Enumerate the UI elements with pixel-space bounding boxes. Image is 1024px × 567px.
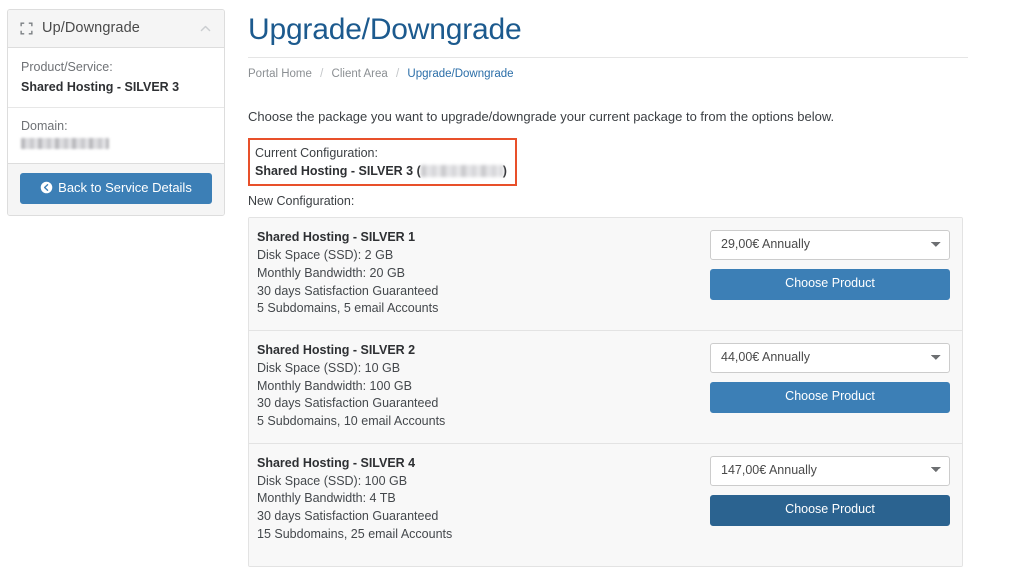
current-configuration-domain-redacted	[420, 165, 503, 178]
current-configuration-value: Shared Hosting - SILVER 3 ()	[255, 162, 507, 180]
product-name: Shared Hosting - SILVER 2	[257, 343, 416, 358]
product-name: Shared Hosting - SILVER 1	[257, 230, 416, 245]
product-info: Shared Hosting - SILVER 4 Disk Space (SS…	[257, 454, 710, 544]
panel-header[interactable]: Up/Downgrade	[8, 10, 224, 48]
title-divider	[248, 57, 968, 58]
billing-cycle-select[interactable]: 147,00€ Annually	[710, 455, 950, 486]
product-feature: 5 Subdomains, 10 email Accounts	[257, 414, 446, 429]
panel-body: Product/Service: Shared Hosting - SILVER…	[8, 48, 224, 163]
current-configuration-product: Shared Hosting - SILVER 3	[255, 164, 414, 179]
panel-title: Up/Downgrade	[42, 20, 140, 36]
product-row: Shared Hosting - SILVER 2 Disk Space (SS…	[249, 331, 962, 444]
product-feature: Monthly Bandwidth: 4 TB	[257, 491, 396, 506]
product-feature: 15 Subdomains, 25 email Accounts	[257, 526, 453, 541]
panel-footer: Back to Service Details	[8, 162, 224, 215]
page-title: Upgrade/Downgrade	[248, 13, 522, 46]
sidebar: Up/Downgrade Product/Service: Shared Hos…	[7, 9, 225, 216]
chevron-up-icon[interactable]	[199, 22, 212, 35]
product-feature: Monthly Bandwidth: 20 GB	[257, 265, 405, 280]
paren-close: )	[502, 164, 507, 179]
domain-label: Domain:	[21, 118, 68, 133]
up-downgrade-panel: Up/Downgrade Product/Service: Shared Hos…	[7, 9, 225, 216]
current-configuration-label: Current Configuration:	[255, 146, 378, 161]
back-button-label: Back to Service Details	[58, 179, 192, 195]
intro-text: Choose the package you want to upgrade/d…	[248, 108, 835, 124]
breadcrumb-separator: /	[396, 68, 400, 80]
product-list: Shared Hosting - SILVER 1 Disk Space (SS…	[248, 217, 963, 567]
product-row: Shared Hosting - SILVER 1 Disk Space (SS…	[249, 218, 962, 332]
product-service-label: Product/Service:	[21, 60, 113, 74]
billing-cycle-select[interactable]: 44,00€ Annually	[710, 343, 950, 374]
main-content: Upgrade/Downgrade Portal Home / Client A…	[248, 0, 988, 567]
breadcrumb-item-portal-home[interactable]: Portal Home	[248, 68, 312, 80]
divider	[8, 106, 224, 108]
product-feature: 30 days Satisfaction Guaranteed	[257, 283, 439, 298]
choose-product-button[interactable]: Choose Product	[710, 269, 950, 301]
arrow-circle-left-icon	[40, 181, 53, 193]
product-feature: Disk Space (SSD): 10 GB	[257, 360, 401, 375]
product-feature: 5 Subdomains, 5 email Accounts	[257, 301, 439, 316]
product-info: Shared Hosting - SILVER 2 Disk Space (SS…	[257, 341, 710, 431]
domain-value-redacted	[21, 137, 109, 149]
product-feature: Disk Space (SSD): 100 GB	[257, 473, 408, 488]
breadcrumb: Portal Home / Client Area / Upgrade/Down…	[248, 67, 988, 82]
upgrade-downgrade-page: Up/Downgrade Product/Service: Shared Hos…	[0, 0, 1024, 567]
breadcrumb-item-upgrade-downgrade[interactable]: Upgrade/Downgrade	[407, 68, 513, 80]
current-configuration-highlight: Current Configuration: Shared Hosting - …	[248, 138, 517, 187]
product-actions: 44,00€ Annually Choose Product	[710, 341, 950, 413]
product-row: Shared Hosting - SILVER 4 Disk Space (SS…	[249, 443, 962, 566]
product-info: Shared Hosting - SILVER 1 Disk Space (SS…	[257, 228, 710, 318]
product-name: Shared Hosting - SILVER 4	[257, 455, 416, 470]
product-actions: 147,00€ Annually Choose Product	[710, 454, 950, 526]
expand-arrows-icon	[20, 21, 33, 35]
product-actions: 29,00€ Annually Choose Product	[710, 228, 950, 301]
back-to-service-details-button[interactable]: Back to Service Details	[20, 172, 212, 204]
product-feature: Disk Space (SSD): 2 GB	[257, 248, 394, 263]
product-feature: 30 days Satisfaction Guaranteed	[257, 396, 439, 411]
product-feature: 30 days Satisfaction Guaranteed	[257, 509, 439, 524]
billing-cycle-select[interactable]: 29,00€ Annually	[710, 230, 950, 261]
product-feature: Monthly Bandwidth: 100 GB	[257, 378, 412, 393]
breadcrumb-item-client-area[interactable]: Client Area	[332, 68, 388, 80]
new-configuration-label: New Configuration:	[248, 194, 355, 209]
choose-product-button[interactable]: Choose Product	[710, 494, 950, 526]
product-service-value: Shared Hosting - SILVER 3	[21, 79, 180, 94]
breadcrumb-separator: /	[320, 68, 324, 80]
choose-product-button[interactable]: Choose Product	[710, 382, 950, 413]
